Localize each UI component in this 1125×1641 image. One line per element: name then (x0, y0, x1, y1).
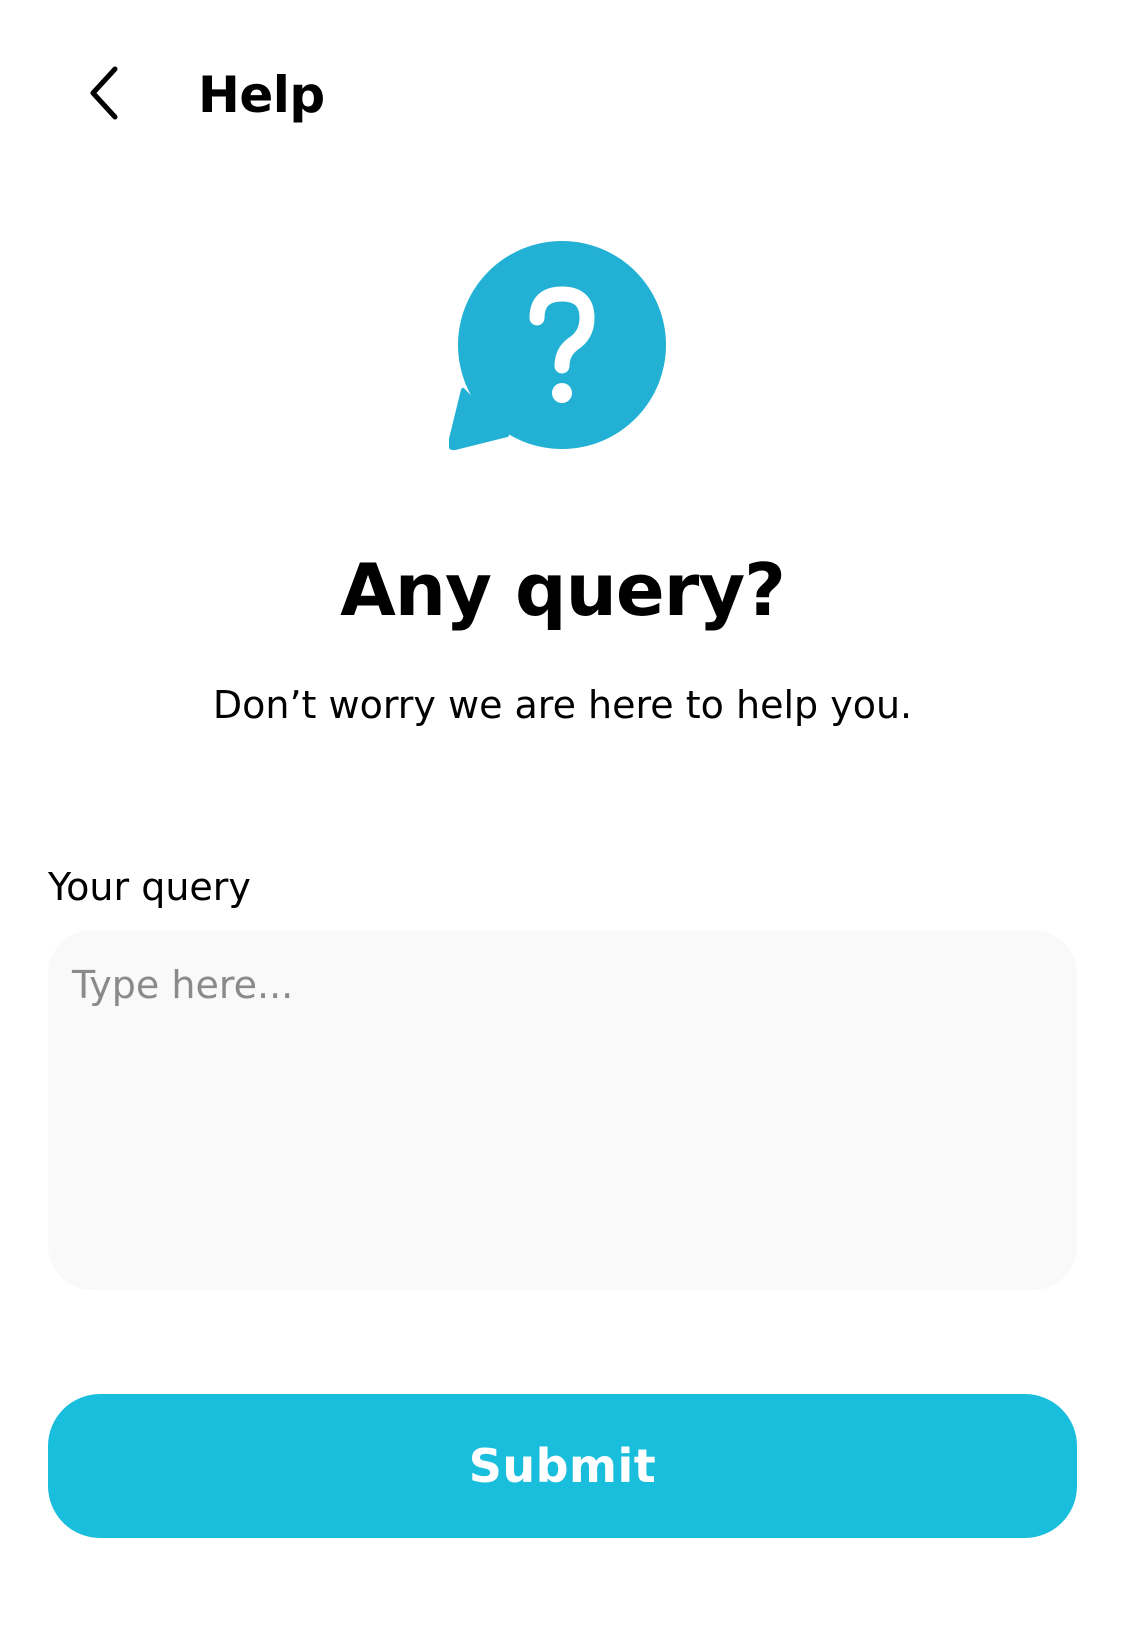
query-field-label: Your query (48, 865, 251, 909)
subtitle: Don’t worry we are here to help you. (212, 683, 913, 727)
submit-button[interactable]: Submit (48, 1394, 1077, 1538)
back-button[interactable] (70, 60, 140, 130)
query-input[interactable] (48, 930, 1077, 1290)
top-app-bar: Help (0, 40, 1125, 150)
chevron-left-icon (85, 65, 125, 125)
question-speech-bubble-icon (447, 240, 675, 466)
page-title: Help (198, 66, 325, 124)
headline: Any query? (340, 548, 786, 632)
